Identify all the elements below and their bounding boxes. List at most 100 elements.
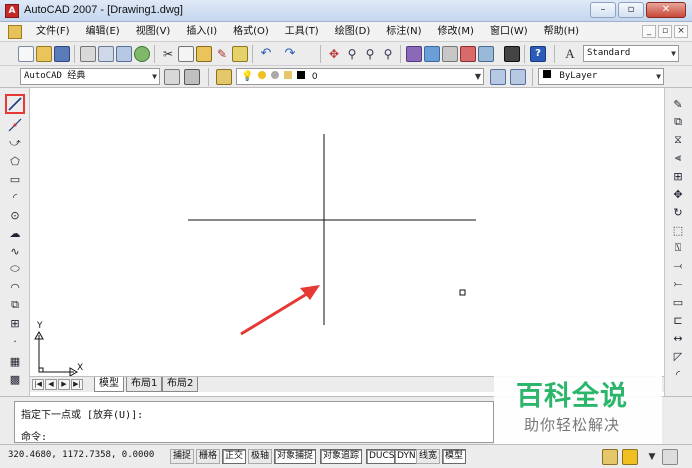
menu-window[interactable]: 窗口(W)	[482, 22, 536, 42]
menu-file[interactable]: 文件(F)	[28, 22, 78, 42]
join-icon[interactable]: ↔	[670, 330, 686, 346]
last-tab-icon[interactable]: ▶|	[71, 379, 83, 390]
gradient-icon[interactable]: ▩	[7, 371, 23, 387]
make-block-icon[interactable]: ⊞	[7, 315, 23, 331]
copy-object-icon[interactable]: ⧉	[670, 114, 686, 130]
zoom-realtime-icon[interactable]: ⚲	[344, 46, 360, 62]
menu-insert[interactable]: 插入(I)	[178, 22, 225, 42]
tab-layout1[interactable]: 布局1	[126, 377, 163, 392]
match-properties-icon[interactable]: ✎	[214, 46, 230, 62]
open-folder-icon[interactable]	[36, 46, 52, 62]
copy-icon[interactable]	[178, 46, 194, 62]
model-toggle[interactable]: 模型	[442, 449, 467, 464]
erase-icon[interactable]: ✎	[670, 96, 686, 112]
tool-palettes-icon[interactable]	[442, 46, 458, 62]
array-icon[interactable]: ⊞	[670, 168, 686, 184]
menu-modify[interactable]: 修改(M)	[430, 22, 482, 42]
markup-set-icon[interactable]	[478, 46, 494, 62]
circle-icon[interactable]: ⊙	[7, 207, 23, 223]
color-select[interactable]: ByLayer ▼	[538, 68, 664, 85]
block-editor-icon[interactable]	[232, 46, 248, 62]
menu-edit[interactable]: 编辑(E)	[78, 22, 128, 42]
move-icon[interactable]: ✥	[670, 186, 686, 202]
text-style-icon[interactable]: A	[562, 46, 578, 62]
scale-icon[interactable]: ⬚	[670, 222, 686, 238]
menu-view[interactable]: 视图(V)	[128, 22, 179, 42]
line-tool-icon[interactable]	[5, 94, 25, 114]
status-menu-chevron-down-icon[interactable]: ▼	[644, 449, 660, 465]
sheet-set-icon[interactable]	[460, 46, 476, 62]
dyn-toggle[interactable]: DYN	[394, 449, 419, 464]
grid-toggle[interactable]: 栅格	[196, 449, 221, 464]
communication-center-icon[interactable]	[602, 449, 618, 465]
text-style-select[interactable]: Standard ▼	[583, 45, 679, 62]
workspace-select[interactable]: AutoCAD 经典 ▼	[20, 68, 160, 85]
polyline-icon[interactable]: ⤻	[7, 135, 23, 151]
undo-icon[interactable]: ↶	[258, 46, 274, 62]
menu-tools[interactable]: 工具(T)	[277, 22, 327, 42]
save-workspace-icon[interactable]	[184, 69, 200, 85]
zoom-window-icon[interactable]: ⚲	[362, 46, 378, 62]
properties-icon[interactable]	[406, 46, 422, 62]
clean-screen-icon[interactable]	[662, 449, 678, 465]
break-icon[interactable]: ⊏	[670, 312, 686, 328]
help-icon[interactable]: ?	[530, 46, 546, 62]
insert-block-icon[interactable]: ⧉	[7, 297, 23, 313]
mirror-icon[interactable]: ⧖	[670, 132, 686, 148]
autocad-app-icon[interactable]: A	[5, 4, 19, 18]
menu-help[interactable]: 帮助(H)	[536, 22, 587, 42]
offset-icon[interactable]: ⫷	[670, 150, 686, 166]
tab-layout2[interactable]: 布局2	[162, 377, 199, 392]
polygon-icon[interactable]: ⬠	[7, 153, 23, 169]
menu-dimension[interactable]: 标注(N)	[378, 22, 429, 42]
tab-model[interactable]: 模型	[94, 377, 124, 392]
print-icon[interactable]	[80, 46, 96, 62]
command-area[interactable]: 指定下一点或 [放弃(U)]: 命令:	[14, 401, 494, 443]
arc-icon[interactable]: ◜	[7, 189, 23, 205]
point-icon[interactable]: ·	[7, 333, 23, 349]
ellipse-icon[interactable]: ⬭	[7, 261, 23, 277]
3d-dwf-icon[interactable]	[134, 46, 150, 62]
construction-line-icon[interactable]	[7, 117, 23, 133]
drawing-canvas[interactable]: Y X	[30, 88, 664, 377]
otrack-toggle[interactable]: 对象追踪	[320, 449, 363, 464]
toolbar-lock-icon[interactable]	[622, 449, 638, 465]
layer-manager-icon[interactable]	[216, 69, 232, 85]
make-object-layer-current-icon[interactable]	[490, 69, 506, 85]
break-at-point-icon[interactable]: ▭	[670, 294, 686, 310]
pan-icon[interactable]: ✥	[326, 46, 342, 62]
layer-select[interactable]: 💡 0 ▼	[236, 68, 484, 85]
first-tab-icon[interactable]: |◀	[32, 379, 44, 390]
doc-restore-button[interactable]: ▫	[658, 25, 672, 38]
chamfer-icon[interactable]: ◸	[670, 348, 686, 364]
minimize-button[interactable]: –	[590, 2, 616, 18]
menu-format[interactable]: 格式(O)	[225, 22, 277, 42]
restore-button[interactable]: ▫	[618, 2, 644, 18]
trim-icon[interactable]: ⤙	[670, 258, 686, 274]
menu-draw[interactable]: 绘图(D)	[327, 22, 379, 42]
rotate-icon[interactable]: ↻	[670, 204, 686, 220]
ortho-toggle[interactable]: 正交	[222, 449, 247, 464]
doc-minimize-button[interactable]: _	[642, 25, 656, 38]
calculator-icon[interactable]	[504, 46, 520, 62]
plot-preview-icon[interactable]	[98, 46, 114, 62]
hatch-icon[interactable]: ▦	[7, 353, 23, 369]
ellipse-arc-icon[interactable]: ◠	[7, 279, 23, 295]
save-icon[interactable]	[54, 46, 70, 62]
doc-close-button[interactable]: ×	[674, 25, 688, 38]
prev-tab-icon[interactable]: ◀	[45, 379, 57, 390]
new-file-icon[interactable]	[18, 46, 34, 62]
rectangle-icon[interactable]: ▭	[7, 171, 23, 187]
stretch-icon[interactable]: ⍂	[670, 240, 686, 256]
spline-icon[interactable]: ∿	[7, 243, 23, 259]
layer-previous-icon[interactable]	[510, 69, 526, 85]
ducs-toggle[interactable]: DUCS	[366, 449, 398, 464]
paste-icon[interactable]	[196, 46, 212, 62]
revision-cloud-icon[interactable]: ☁	[7, 225, 23, 241]
cut-icon[interactable]: ✂	[160, 46, 176, 62]
extend-icon[interactable]: ⤚	[670, 276, 686, 292]
document-icon[interactable]	[8, 25, 22, 39]
zoom-previous-icon[interactable]: ⚲	[380, 46, 396, 62]
osnap-toggle[interactable]: 对象捕捉	[274, 449, 317, 464]
publish-icon[interactable]	[116, 46, 132, 62]
